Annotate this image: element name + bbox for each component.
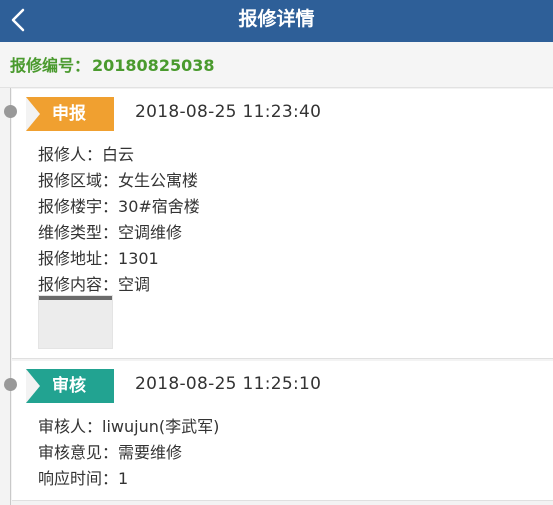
status-badge-audit: 审核 (26, 369, 114, 403)
field-area: 报修区域：女生公寓楼 (38, 171, 199, 190)
field-building: 报修楼宇：30#宿舍楼 (38, 197, 200, 216)
nav-bar: 报修详情 (0, 0, 553, 42)
field-audit-opinion: 审核意见：需要维修 (38, 443, 183, 462)
field-response-time: 响应时间：1 (38, 469, 129, 488)
timeline-dot (4, 378, 17, 391)
page-title: 报修详情 (238, 8, 315, 30)
repair-number-value: 20180825038 (92, 56, 215, 75)
step-time: 2018-08-25 11:23:40 (135, 102, 322, 122)
timeline-dot (4, 105, 17, 118)
repair-number-label: 报修编号： (10, 56, 91, 75)
attachment-thumbnail[interactable] (38, 295, 113, 349)
repair-number-bar: 报修编号： 20180825038 (0, 42, 553, 88)
timeline-line (10, 88, 11, 505)
field-address: 报修地址：1301 (38, 249, 159, 268)
timeline-step-audit: 审核 2018-08-25 11:25:10 审核人：liwujun(李武军) … (12, 361, 553, 501)
status-badge-apply: 申报 (26, 97, 114, 131)
field-repair-type: 维修类型：空调维修 (38, 223, 183, 242)
field-reporter: 报修人：白云 (38, 145, 135, 164)
step-time: 2018-08-25 11:25:10 (135, 374, 322, 394)
field-content: 报修内容：空调 (38, 275, 151, 294)
field-auditor: 审核人：liwujun(李武军) (38, 417, 220, 436)
timeline-step-apply: 申报 2018-08-25 11:23:40 报修人：白云 报修区域：女生公寓楼… (12, 89, 553, 359)
